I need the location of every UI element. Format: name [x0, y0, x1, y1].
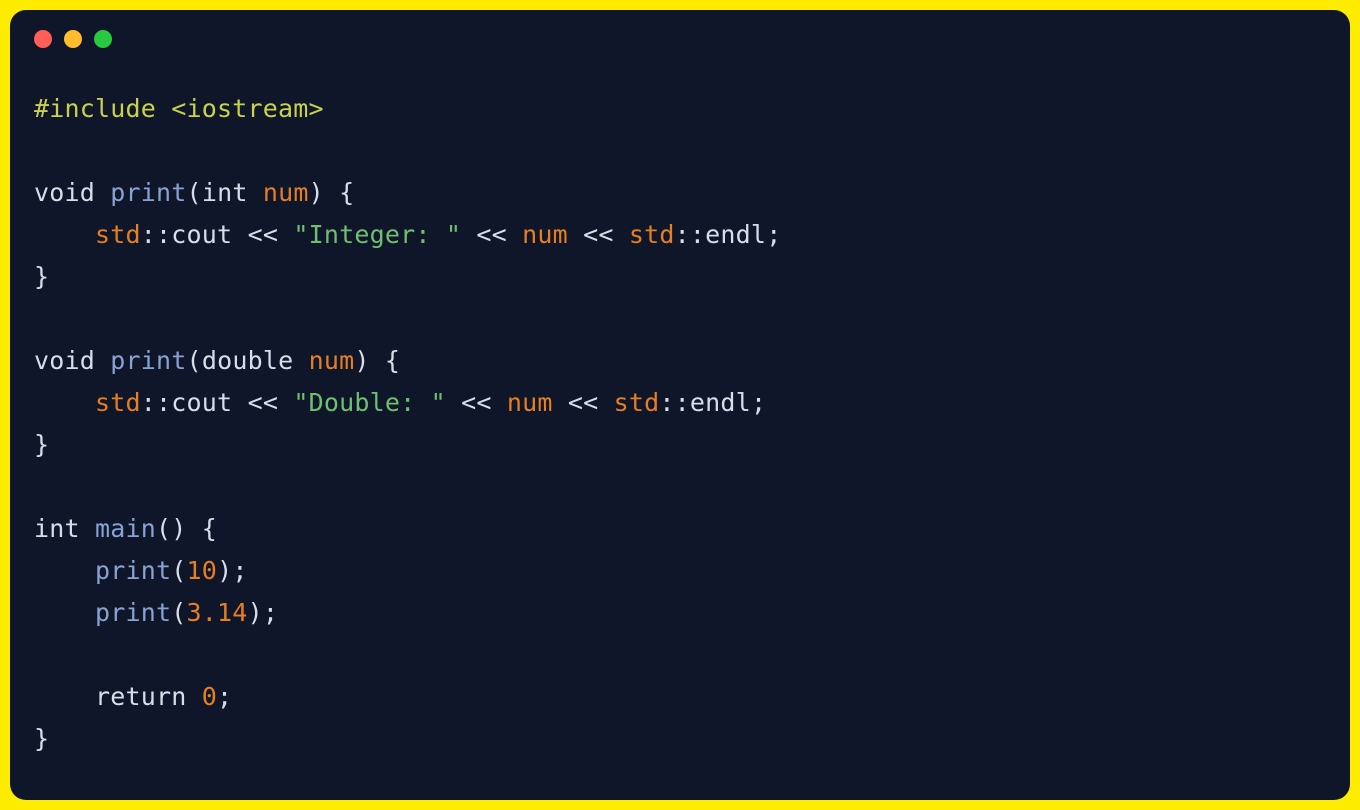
return-type: void — [34, 346, 95, 375]
number-literal: 10 — [187, 556, 218, 585]
code-editor-window: #include <iostream> void print(int num) … — [10, 10, 1350, 800]
number-literal: 3.14 — [187, 598, 248, 627]
return-type: void — [34, 178, 95, 207]
indent — [34, 682, 95, 711]
namespace: std — [95, 388, 141, 417]
indent — [34, 220, 95, 249]
string-literal: "Integer: " — [293, 220, 461, 249]
stream-op: << — [553, 388, 614, 417]
function-name: print — [110, 178, 186, 207]
function-call: print — [95, 598, 171, 627]
brace-close: } — [34, 262, 49, 291]
function-name: main — [95, 514, 156, 543]
scope-op: :: — [141, 220, 172, 249]
return-type: int — [34, 514, 80, 543]
namespace: std — [95, 220, 141, 249]
paren-open: ( — [171, 556, 186, 585]
param-name: num — [309, 346, 355, 375]
endl: endl — [705, 220, 766, 249]
paren-close-semi: ); — [248, 598, 279, 627]
stream-op: << — [461, 220, 522, 249]
indent — [34, 598, 95, 627]
namespace: std — [614, 388, 660, 417]
function-call: print — [95, 556, 171, 585]
scope-op: :: — [675, 220, 706, 249]
preprocessor-directive: #include — [34, 94, 156, 123]
variable: num — [507, 388, 553, 417]
maximize-icon[interactable] — [94, 30, 112, 48]
paren-open: ( — [187, 346, 202, 375]
stream-op: << — [232, 388, 293, 417]
minimize-icon[interactable] — [64, 30, 82, 48]
scope-op: :: — [141, 388, 172, 417]
param-type: double — [202, 346, 294, 375]
paren-open: ( — [187, 178, 202, 207]
window-controls — [10, 10, 1350, 48]
param-type: int — [202, 178, 248, 207]
parens-brace: () { — [156, 514, 217, 543]
paren-close-brace: ) { — [354, 346, 400, 375]
semicolon: ; — [217, 682, 232, 711]
function-name: print — [110, 346, 186, 375]
namespace: std — [629, 220, 675, 249]
paren-open: ( — [171, 598, 186, 627]
paren-close-semi: ); — [217, 556, 248, 585]
indent — [34, 388, 95, 417]
number-literal: 0 — [187, 682, 218, 711]
code-content: #include <iostream> void print(int num) … — [10, 48, 1350, 784]
indent — [34, 556, 95, 585]
paren-close-brace: ) { — [309, 178, 355, 207]
param-name: num — [263, 178, 309, 207]
string-literal: "Double: " — [293, 388, 446, 417]
variable: num — [522, 220, 568, 249]
cout: cout — [171, 388, 232, 417]
include-header: <iostream> — [156, 94, 324, 123]
stream-op: << — [446, 388, 507, 417]
brace-close: } — [34, 430, 49, 459]
cout: cout — [171, 220, 232, 249]
stream-op: << — [568, 220, 629, 249]
semicolon: ; — [751, 388, 766, 417]
return-keyword: return — [95, 682, 187, 711]
close-icon[interactable] — [34, 30, 52, 48]
stream-op: << — [232, 220, 293, 249]
brace-close: } — [34, 724, 49, 753]
endl: endl — [690, 388, 751, 417]
scope-op: :: — [659, 388, 690, 417]
semicolon: ; — [766, 220, 781, 249]
